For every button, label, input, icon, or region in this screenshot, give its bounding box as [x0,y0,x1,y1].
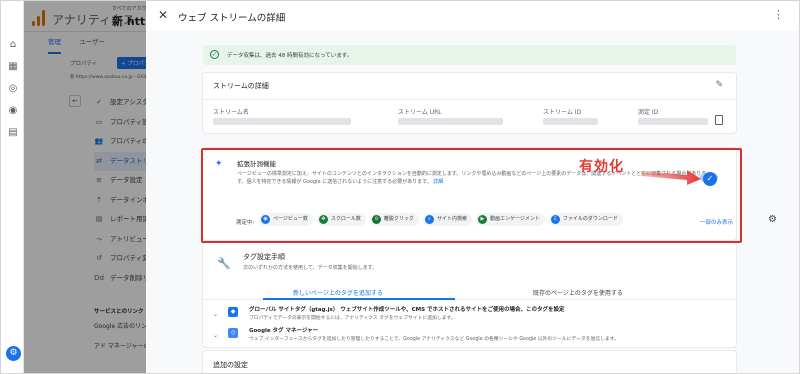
gtag-subtitle: プロパティでデータの表示を開始するには、アナリティクス タグをウェブサイトに追加… [249,316,456,321]
stream-id-label: ストリーム ID [543,109,582,116]
chevron-down-icon[interactable]: ⌄ [213,332,218,339]
status-banner: ✓ データ収集は、過去 48 時間有効になっています。 [203,45,736,65]
measurement-id-value-redacted [638,118,708,125]
stream-url-label: ストリーム URL [398,109,442,116]
tagging-title: タグ設定手順 [243,253,285,261]
tag-manager-icon: ◇ [228,328,238,338]
gtag-icon: ◆ [228,307,238,317]
stream-details-title: ストリームの詳細 [213,82,269,90]
panel-header: ✕ ウェブ ストリームの詳細 ⋮ [146,1,799,31]
screenshot-frame: ⌂ ▦ ◎ ◉ ▤ ⚙ アナリティクス すべてのアカウント 新 https 管理… [0,0,800,374]
reports-icon[interactable]: ▦ [7,61,19,73]
tab-add-new-tag[interactable]: 新しいページ上のタグを追加する [263,288,413,297]
advertising-icon[interactable]: ◉ [7,105,19,117]
tab-use-existing-tag[interactable]: 既存のページ上のタグを使用する [503,288,653,297]
settings-gear-icon[interactable]: ⚙ [768,214,777,225]
more-vert-icon[interactable]: ⋮ [773,9,784,21]
measurement-id-label: 測定 ID [638,109,659,116]
modal-scrim [24,1,146,373]
tagging-subtitle: 次のいずれかの方法を使用して、データ収集を開始します。 [243,265,378,271]
stream-name-label: ストリーム名 [213,109,249,116]
additional-settings-card: 追加の設定 [203,351,736,373]
stream-url-value-redacted [398,118,503,125]
highlight-box [201,148,742,243]
copy-icon[interactable] [715,115,723,125]
stream-id-value-redacted [543,118,598,125]
panel-title: ウェブ ストリームの詳細 [178,13,286,24]
close-icon[interactable]: ✕ [158,9,168,21]
status-banner-text: データ収集は、過去 48 時間有効になっています。 [227,53,353,59]
home-icon[interactable]: ⌂ [7,39,19,51]
gtag-title: グローバル サイトタグ（gtag.js） ウェブサイト作成ツールや、CMS でホ… [249,307,565,313]
stream-name-value-redacted [213,118,351,125]
wrench-icon: 🔧 [217,257,231,270]
gtm-subtitle: ウェブ インターフェースからタグを追加したり管理したりすることで、Google … [249,337,619,342]
annotation-arrow [641,170,701,185]
stream-details-card: ストリームの詳細 ✎ ストリーム名 ストリーム URL ストリーム ID 測定 … [203,73,736,133]
gtm-title: Google タグ マネージャー [249,328,319,334]
chevron-down-icon[interactable]: ⌄ [213,311,218,318]
tagging-instructions-card: 🔧 タグ設定手順 次のいずれかの方法を使用して、データ収集を開始します。 新しい… [203,243,736,347]
explore-icon[interactable]: ◎ [7,83,19,95]
edit-pencil-icon[interactable]: ✎ [715,80,723,90]
annotation-label: 有効化 [579,159,624,175]
check-circle-icon: ✓ [210,50,219,59]
left-rail: ⌂ ▦ ◎ ◉ ▤ ⚙ [2,1,24,373]
admin-gear-icon[interactable]: ⚙ [6,346,21,361]
configure-icon[interactable]: ▤ [7,127,19,139]
additional-settings-title: 追加の設定 [213,361,248,369]
